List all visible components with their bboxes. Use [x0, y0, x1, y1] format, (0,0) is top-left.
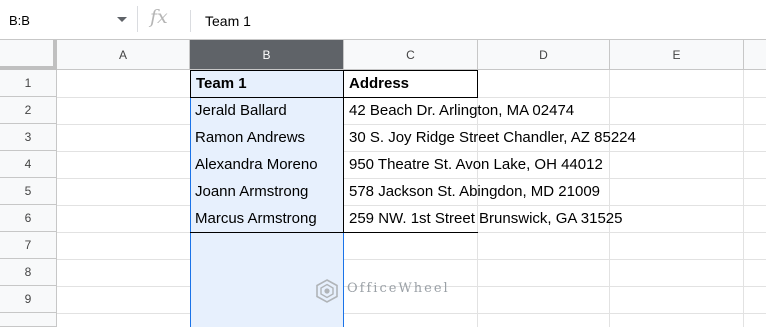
column-header-b[interactable]: B [190, 40, 344, 70]
column-header-f[interactable] [744, 40, 766, 70]
row-header-10[interactable] [0, 313, 57, 327]
row-header-9[interactable]: 9 [0, 286, 57, 313]
gridline [57, 259, 766, 260]
column-header-d[interactable]: D [478, 40, 610, 70]
cell-b6[interactable]: Marcus Armstrong [195, 206, 317, 232]
spreadsheet-grid: A B C D E 1 2 3 4 5 6 7 8 9 Team 1 Addre… [0, 40, 766, 327]
watermark: OfficeWheel [314, 278, 448, 309]
chevron-down-icon[interactable] [117, 17, 127, 22]
cell-b1[interactable]: Team 1 [196, 71, 247, 97]
row-header-3[interactable]: 3 [0, 124, 57, 151]
column-header-e[interactable]: E [610, 40, 744, 70]
cell-b3[interactable]: Ramon Andrews [195, 125, 305, 151]
name-box-value: B:B [9, 13, 30, 28]
row-header-1[interactable]: 1 [0, 70, 57, 97]
cell-c5[interactable]: 578 Jackson St. Abingdon, MD 21009 [349, 179, 600, 205]
cell-b2[interactable]: Jerald Ballard [195, 98, 287, 124]
gridline [57, 313, 766, 314]
formula-bar: B:B fx Team 1 [0, 0, 766, 40]
formula-divider [190, 10, 191, 32]
formula-input[interactable]: Team 1 [205, 13, 251, 29]
row-header-2[interactable]: 2 [0, 97, 57, 124]
cell-b4[interactable]: Alexandra Moreno [195, 152, 318, 178]
fx-icon: fx [150, 6, 168, 28]
cell-c6[interactable]: 259 NW. 1st Street Brunswick, GA 31525 [349, 206, 622, 232]
cell-b5[interactable]: Joann Armstrong [195, 179, 308, 205]
cell-c1[interactable]: Address [349, 71, 409, 97]
row-header-6[interactable]: 6 [0, 205, 57, 232]
officewheel-logo-icon [316, 279, 338, 303]
cell-c3[interactable]: 30 S. Joy Ridge Street Chandler, AZ 8522… [349, 125, 636, 151]
cell-c2[interactable]: 42 Beach Dr. Arlington, MA 02474 [349, 98, 574, 124]
gridline [609, 70, 610, 327]
column-header-c[interactable]: C [344, 40, 478, 70]
row-header-4[interactable]: 4 [0, 151, 57, 178]
select-all-corner[interactable] [0, 40, 57, 70]
table-column-divider [343, 70, 344, 232]
row-header-8[interactable]: 8 [0, 259, 57, 286]
watermark-text: OfficeWheel [347, 281, 450, 296]
cell-c4[interactable]: 950 Theatre St. Avon Lake, OH 44012 [349, 152, 603, 178]
gridline [743, 70, 744, 327]
name-box[interactable]: B:B [0, 6, 138, 32]
table-bottom-border [190, 232, 478, 233]
row-header-7[interactable]: 7 [0, 232, 57, 259]
row-header-5[interactable]: 5 [0, 178, 57, 205]
column-header-a[interactable]: A [57, 40, 190, 70]
